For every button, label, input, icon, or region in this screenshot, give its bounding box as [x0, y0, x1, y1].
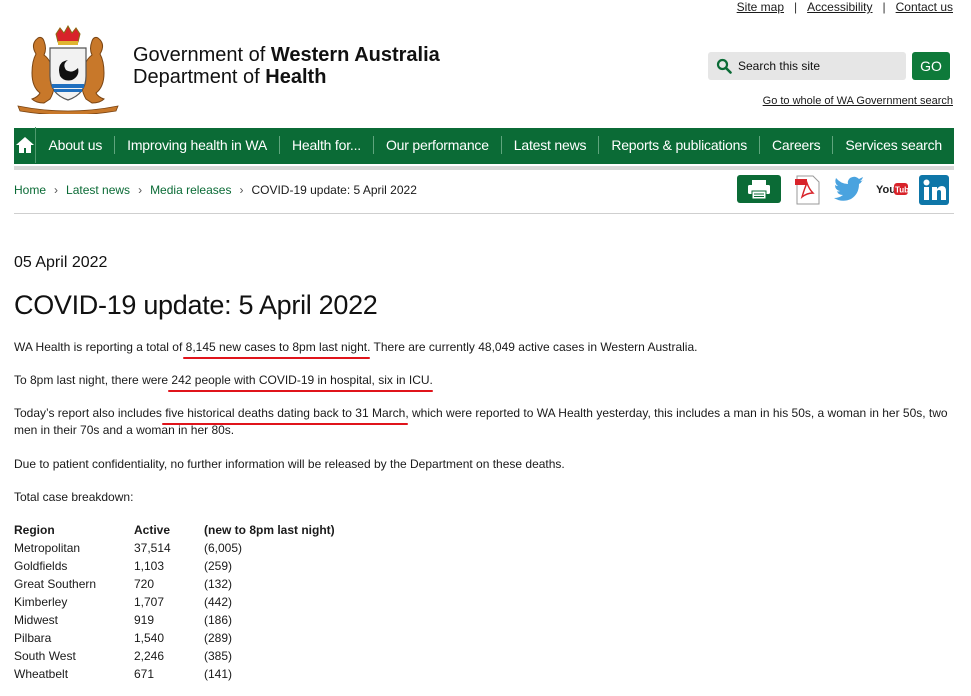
breadcrumb: Home › Latest news › Media releases › CO… [14, 183, 417, 197]
breadcrumb-divider [14, 213, 954, 214]
paragraph-hospital: To 8pm last night, there were 242 people… [14, 372, 954, 389]
active-cell: 919 [134, 613, 155, 627]
org-line-1-bold: Western Australia [270, 44, 440, 66]
new-cell: (442) [204, 595, 233, 609]
region-cell: Metropolitan [14, 541, 81, 555]
accessibility-link[interactable]: Accessibility [807, 0, 872, 14]
highlighted-deaths: five historical deaths dating back to 31… [165, 406, 406, 420]
new-cell: (186) [204, 613, 233, 627]
svg-text:Tube: Tube [895, 186, 908, 195]
nav-our-performance[interactable]: Our performance [374, 135, 502, 154]
nav-health-for[interactable]: Health for... [280, 135, 374, 154]
nav-divider [14, 166, 954, 170]
active-cell: 1,707 [134, 595, 165, 609]
text: . There are currently 48,049 active case… [367, 340, 698, 354]
breadcrumb-home[interactable]: Home [14, 183, 46, 197]
linkedin-icon[interactable] [919, 175, 949, 205]
active-cell: 1,103 [134, 559, 165, 573]
svg-text:You: You [876, 184, 896, 196]
search-box [708, 52, 906, 80]
youtube-icon[interactable]: You Tube [876, 175, 908, 203]
new-cell: (385) [204, 649, 233, 663]
nav-latest-news[interactable]: Latest news [502, 135, 600, 154]
paragraph-breakdown-intro: Total case breakdown: [14, 490, 134, 504]
divider: | [794, 0, 798, 14]
chevron-right-icon: › [54, 183, 59, 197]
region-cell: South West [14, 649, 76, 663]
header-region: Region [14, 523, 55, 537]
search-icon [716, 58, 732, 74]
contact-us-link[interactable]: Contact us [896, 0, 953, 14]
header-new: (new to 8pm last night) [204, 523, 335, 537]
text: . [429, 373, 433, 387]
paragraph-confidentiality: Due to patient confidentiality, no furth… [14, 457, 565, 471]
nav-services-search[interactable]: Services search [833, 136, 954, 154]
text: , which were reported to WA Health yeste… [405, 406, 948, 420]
whole-of-wa-search-link[interactable]: Go to whole of WA Government search [763, 95, 953, 107]
breadcrumb-latest-news[interactable]: Latest news [66, 183, 130, 197]
org-line-2-bold: Health [265, 66, 327, 88]
header-active: Active [134, 523, 171, 537]
active-cell: 2,246 [134, 649, 165, 663]
site-map-link[interactable]: Site map [737, 0, 784, 14]
active-cell: 1,540 [134, 631, 165, 645]
highlighted-hospital: 242 people with COVID-19 in hospital, si… [171, 373, 430, 387]
wa-government-crest-logo[interactable] [14, 24, 122, 114]
org-line-1: Government of Western Australia [133, 44, 440, 66]
department-title: Government of Western Australia Departme… [133, 44, 440, 88]
breadcrumb-media-releases[interactable]: Media releases [150, 183, 231, 197]
active-cell: 671 [134, 667, 155, 681]
new-cell: (132) [204, 577, 233, 591]
text: WA Health is reporting a total of [14, 340, 186, 354]
nav-about-us[interactable]: About us [36, 135, 116, 154]
nav-careers[interactable]: Careers [760, 135, 834, 154]
utility-links: Site map | Accessibility | Contact us [737, 0, 953, 14]
active-cell: 37,514 [134, 541, 171, 555]
region-cell: Midwest [14, 613, 59, 627]
nav-home[interactable] [14, 126, 37, 163]
region-cell: Kimberley [14, 595, 68, 609]
nav-improving-health[interactable]: Improving health in WA [115, 135, 280, 154]
page-title: COVID-19 update: 5 April 2022 [14, 290, 378, 320]
new-cell: (6,005) [204, 541, 243, 555]
highlighted-new-cases: 8,145 new cases to 8pm last night [185, 340, 368, 354]
text: Today’s report also includes [14, 406, 166, 420]
active-cell: 720 [134, 577, 155, 591]
chevron-right-icon: › [239, 183, 244, 197]
region-cell: Great Southern [14, 577, 97, 591]
home-icon [15, 136, 34, 153]
region-cell: Goldfields [14, 559, 68, 573]
org-line-2: Department of Health [133, 66, 440, 88]
new-cell: (259) [204, 559, 233, 573]
search-go-button[interactable]: GO [912, 52, 950, 80]
paragraph-new-cases: WA Health is reporting a total of 8,145 … [14, 339, 954, 356]
main-navigation: About us Improving health in WA Health f… [14, 126, 954, 164]
text: To 8pm last night, there were [14, 373, 172, 387]
new-cell: (141) [204, 667, 233, 681]
paragraph-deaths: Today’s report also includes five histor… [14, 405, 954, 439]
nav-reports-publications[interactable]: Reports & publications [599, 135, 760, 154]
divider: | [882, 0, 886, 14]
pdf-icon[interactable] [795, 175, 821, 205]
breadcrumb-current: COVID-19 update: 5 April 2022 [251, 183, 417, 197]
twitter-icon[interactable] [834, 175, 866, 203]
chevron-right-icon: › [138, 183, 143, 197]
org-line-2-prefix: Department of [133, 66, 266, 88]
org-line-1-prefix: Government of [133, 44, 271, 66]
region-cell: Wheatbelt [14, 667, 69, 681]
region-cell: Pilbara [14, 631, 52, 645]
search-input[interactable] [738, 56, 898, 76]
print-icon[interactable] [737, 175, 781, 203]
article-date: 05 April 2022 [14, 254, 108, 271]
text: men in their 70s and a woman in her 80s. [14, 423, 235, 437]
new-cell: (289) [204, 631, 233, 645]
